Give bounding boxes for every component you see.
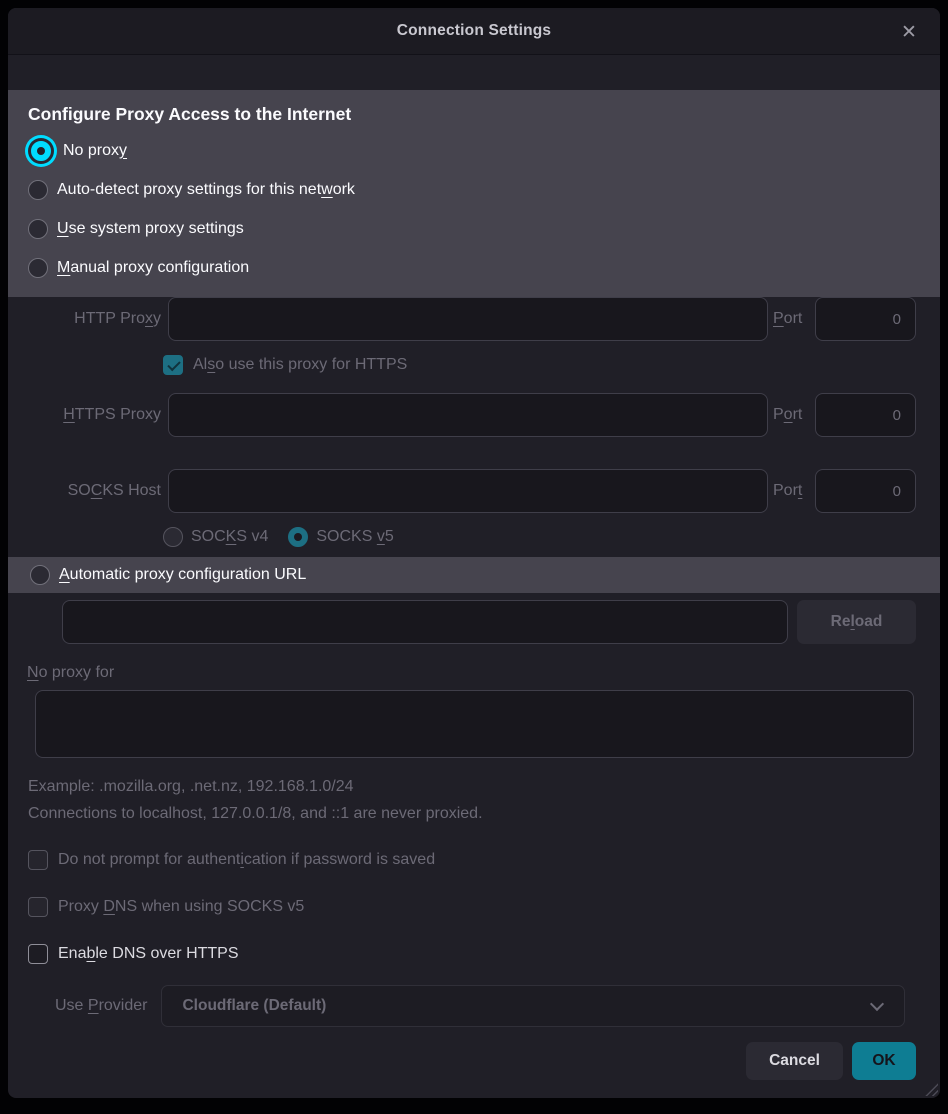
manual-proxy-radio[interactable]: [28, 258, 48, 278]
autoconfig-url-row: Reload: [62, 600, 940, 644]
proxy-dns-checkbox[interactable]: [28, 897, 48, 917]
no-prompt-auth-checkbox[interactable]: [28, 850, 48, 870]
socks-v5-radio[interactable]: [288, 527, 308, 547]
chevron-down-icon: [870, 997, 884, 1011]
doh-provider-select[interactable]: Cloudflare (Default): [161, 985, 905, 1027]
resize-grip[interactable]: [923, 1081, 938, 1096]
socks-port-label: Port: [773, 482, 809, 500]
radio-row-autodetect[interactable]: Auto-detect proxy settings for this netw…: [28, 170, 920, 209]
dialog-title: Connection Settings: [397, 22, 552, 40]
https-proxy-label: HTTPS Proxy: [8, 406, 161, 424]
socks-v5-label: SOCKS v5: [316, 528, 393, 546]
https-proxy-input[interactable]: [168, 393, 768, 437]
also-https-row[interactable]: Also use this proxy for HTTPS: [163, 353, 940, 377]
proxy-dns-label: Proxy DNS when using SOCKS v5: [58, 898, 304, 916]
localhost-note-text: Connections to localhost, 127.0.0.1/8, a…: [28, 805, 940, 823]
socks-host-input[interactable]: [168, 469, 768, 513]
no-proxy-label: No proxy: [63, 142, 127, 160]
http-proxy-input[interactable]: [168, 297, 768, 341]
https-port-input[interactable]: [815, 393, 916, 437]
no-proxy-radio[interactable]: [31, 141, 51, 161]
http-proxy-label: HTTP Proxy: [8, 310, 161, 328]
no-proxy-for-label: No proxy for: [27, 664, 940, 682]
enable-doh-label: Enable DNS over HTTPS: [58, 945, 239, 963]
doh-provider-row: Use Provider Cloudflare (Default): [8, 985, 940, 1027]
socks-version-row: SOCKS v4 SOCKS v5: [163, 525, 940, 549]
autoconfig-radio[interactable]: [30, 565, 50, 585]
autodetect-radio[interactable]: [28, 180, 48, 200]
autoconfig-label: Automatic proxy configuration URL: [59, 566, 306, 584]
autoconfig-url-input[interactable]: [62, 600, 788, 644]
http-port-input[interactable]: [815, 297, 916, 341]
autodetect-label: Auto-detect proxy settings for this netw…: [57, 181, 355, 199]
http-port-label: Port: [773, 310, 809, 328]
radio-row-no-proxy[interactable]: No proxy: [28, 131, 920, 170]
options-section: Do not prompt for authentication if pass…: [28, 848, 940, 966]
no-prompt-auth-row[interactable]: Do not prompt for authentication if pass…: [28, 848, 940, 872]
also-https-checkbox[interactable]: [163, 355, 183, 375]
http-proxy-row: HTTP Proxy Port: [8, 297, 940, 341]
proxy-dns-row[interactable]: Proxy DNS when using SOCKS v5: [28, 895, 940, 919]
dialog-footer: Cancel OK: [8, 1042, 940, 1080]
use-provider-label: Use Provider: [55, 997, 147, 1015]
autoconfig-row[interactable]: Automatic proxy configuration URL: [8, 557, 940, 593]
ok-button[interactable]: OK: [852, 1042, 916, 1080]
section-heading: Configure Proxy Access to the Internet: [28, 104, 920, 125]
system-proxy-radio[interactable]: [28, 219, 48, 239]
no-proxy-for-textarea[interactable]: [35, 690, 914, 758]
https-proxy-row: HTTPS Proxy Port: [8, 393, 940, 437]
reload-button[interactable]: Reload: [797, 600, 916, 644]
cancel-button[interactable]: Cancel: [746, 1042, 843, 1080]
also-https-label: Also use this proxy for HTTPS: [193, 356, 407, 374]
connection-settings-dialog: Connection Settings ✕ Configure Proxy Ac…: [8, 8, 940, 1098]
socks-v4-label: SOCKS v4: [191, 528, 268, 546]
radio-row-manual-proxy[interactable]: Manual proxy configuration: [28, 248, 920, 287]
socks-host-row: SOCKS Host Port: [8, 469, 940, 513]
doh-provider-selected-value: Cloudflare (Default): [182, 997, 326, 1015]
manual-proxy-label: Manual proxy configuration: [57, 259, 249, 277]
enable-doh-row[interactable]: Enable DNS over HTTPS: [28, 942, 940, 966]
radio-row-system-proxy[interactable]: Use system proxy settings: [28, 209, 920, 248]
dialog-titlebar: Connection Settings ✕: [8, 8, 940, 55]
socks-host-label: SOCKS Host: [8, 482, 161, 500]
socks-v4-radio[interactable]: [163, 527, 183, 547]
system-proxy-label: Use system proxy settings: [57, 220, 244, 238]
no-proxy-example-text: Example: .mozilla.org, .net.nz, 192.168.…: [28, 778, 940, 796]
no-prompt-auth-label: Do not prompt for authentication if pass…: [58, 851, 435, 869]
enable-doh-checkbox[interactable]: [28, 944, 48, 964]
close-icon[interactable]: ✕: [896, 19, 922, 45]
proxy-mode-section: Configure Proxy Access to the Internet N…: [8, 90, 940, 297]
https-port-label: Port: [773, 406, 809, 424]
socks-port-input[interactable]: [815, 469, 916, 513]
